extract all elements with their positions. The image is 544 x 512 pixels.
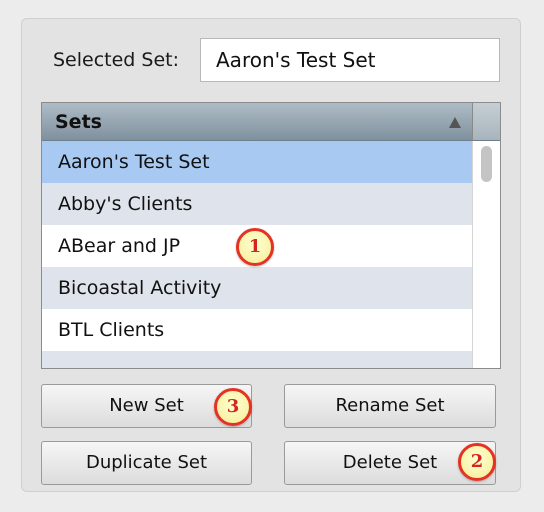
selected-set-field[interactable]: Aaron's Test Set — [200, 38, 500, 82]
set-row[interactable]: Bicoastal Activity — [42, 267, 472, 309]
sets-table: Sets Aaron's Test Set Abby's Clients ABe… — [41, 102, 501, 369]
selected-set-label: Selected Set: — [53, 49, 180, 71]
set-row[interactable]: Abby's Clients — [42, 183, 472, 225]
sets-column-header[interactable]: Sets — [42, 103, 472, 141]
sort-ascending-icon[interactable] — [449, 117, 461, 128]
set-row[interactable] — [42, 351, 472, 368]
set-row[interactable]: BTL Clients — [42, 309, 472, 351]
scrollbar-thumb[interactable] — [481, 146, 492, 182]
callout-3: 3 — [214, 388, 252, 426]
callout-1: 1 — [236, 228, 274, 266]
rename-set-button[interactable]: Rename Set — [284, 384, 496, 428]
vertical-scrollbar[interactable] — [472, 141, 500, 368]
header-corner — [472, 103, 500, 141]
callout-2: 2 — [458, 443, 496, 481]
set-row[interactable]: Aaron's Test Set — [42, 141, 472, 183]
sets-header-label: Sets — [55, 111, 102, 133]
duplicate-set-button[interactable]: Duplicate Set — [41, 441, 252, 485]
